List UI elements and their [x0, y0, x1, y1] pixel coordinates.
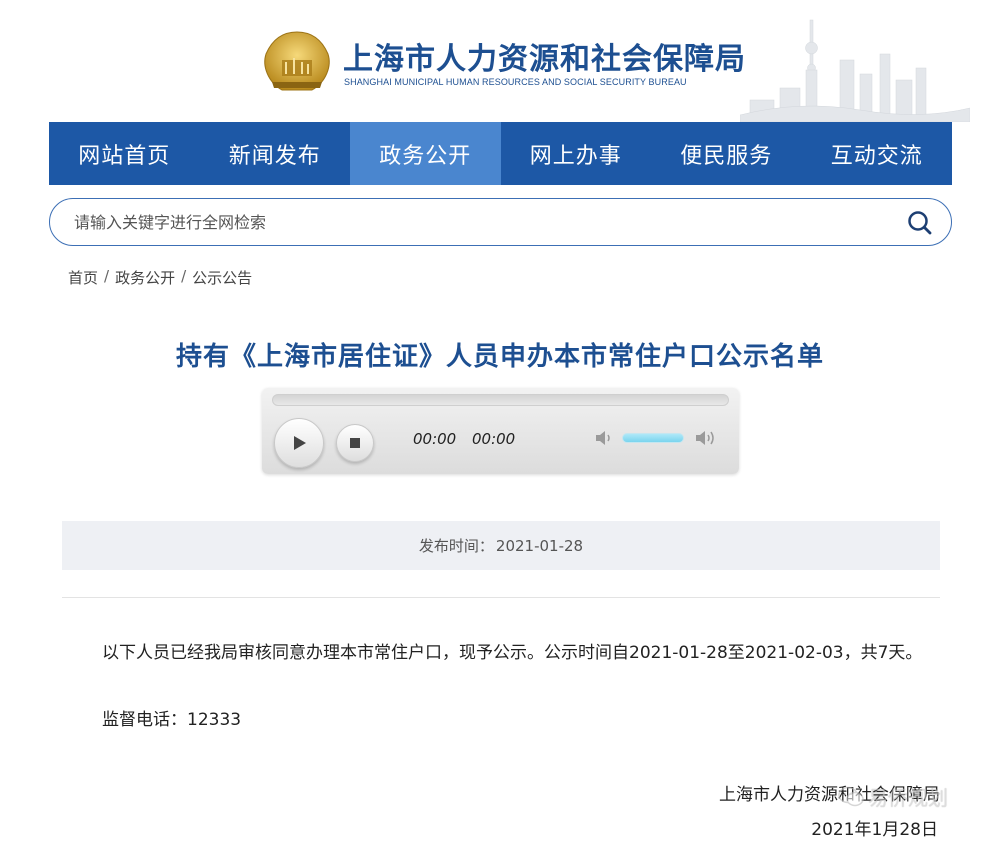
nav-convenience-services[interactable]: 便民服务 — [651, 122, 802, 185]
search-input[interactable] — [74, 209, 894, 235]
nav-online-services[interactable]: 网上办事 — [501, 122, 652, 185]
breadcrumb-separator: / — [181, 267, 187, 285]
play-icon — [294, 436, 306, 450]
breadcrumb: 首页 / 政务公开 / 公示公告 — [68, 267, 252, 288]
supervision-phone: 监督电话：12333 — [102, 710, 242, 730]
main-nav: 网站首页 新闻发布 政务公开 网上办事 便民服务 互动交流 — [49, 122, 952, 185]
audio-player: 00:00 00:00 — [262, 388, 739, 474]
nav-home[interactable]: 网站首页 — [49, 122, 200, 185]
search-icon[interactable] — [907, 210, 933, 236]
publish-info-bar: 发布时间： 2021-01-28 — [62, 521, 940, 570]
duration-time: 00:00 — [472, 430, 516, 448]
search-box — [49, 198, 952, 246]
breadcrumb-government-affairs[interactable]: 政务公开 — [115, 267, 175, 288]
audio-progress-bar[interactable] — [272, 394, 729, 406]
volume-high-icon[interactable] — [694, 428, 718, 448]
breadcrumb-home[interactable]: 首页 — [68, 267, 98, 288]
site-header: 上海市人力资源和社会保障局 SHANGHAI MUNICIPAL HUMAN R… — [0, 0, 1000, 122]
skyline-illustration — [740, 19, 970, 122]
publish-date: 2021-01-28 — [495, 536, 584, 555]
nav-government-affairs[interactable]: 政务公开 — [350, 122, 501, 185]
article-title: 持有《上海市居住证》人员申办本市常住户口公示名单 — [175, 342, 824, 372]
stop-icon — [350, 438, 360, 448]
nav-interaction[interactable]: 互动交流 — [802, 122, 953, 185]
stop-button[interactable] — [336, 424, 374, 462]
publish-label: 发布时间： — [418, 537, 494, 555]
play-button[interactable] — [274, 418, 324, 468]
breadcrumb-separator: / — [104, 267, 110, 285]
watermark-text: 易侨规划 — [868, 786, 948, 810]
watermark: 易侨规划 — [838, 782, 948, 811]
current-time: 00:00 — [413, 430, 457, 448]
volume-slider[interactable] — [622, 433, 684, 443]
nav-news[interactable]: 新闻发布 — [200, 122, 351, 185]
divider — [62, 597, 940, 598]
site-subtitle: SHANGHAI MUNICIPAL HUMAN RESOURCES AND S… — [344, 77, 687, 87]
breadcrumb-announcements[interactable]: 公示公告 — [192, 267, 252, 288]
signature-date: 2021年1月28日 — [811, 820, 938, 840]
article-body: 以下人员已经我局审核同意办理本市常住户口，现予公示。公示时间自2021-01-2… — [62, 636, 940, 670]
site-title: 上海市人力资源和社会保障局 — [343, 42, 746, 77]
article-paragraph: 以下人员已经我局审核同意办理本市常住户口，现予公示。公示时间自2021-01-2… — [102, 643, 923, 663]
wechat-icon — [838, 786, 864, 806]
bureau-logo[interactable] — [262, 30, 332, 94]
volume-low-icon[interactable] — [594, 428, 614, 448]
